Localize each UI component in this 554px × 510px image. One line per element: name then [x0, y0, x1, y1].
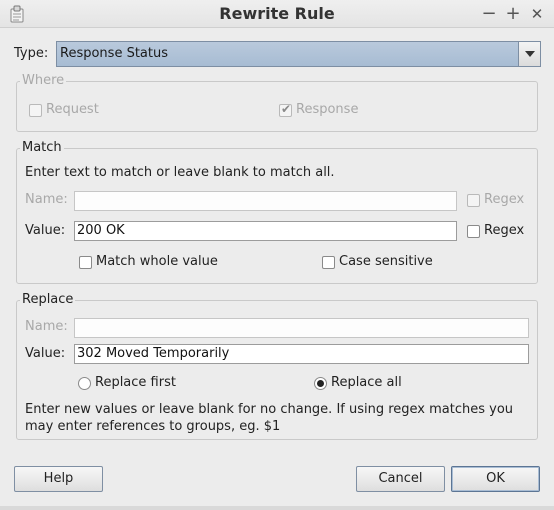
window-title: Rewrite Rule: [219, 4, 335, 23]
help-button[interactable]: Help: [14, 466, 103, 492]
response-checkbox[interactable]: ✔: [279, 102, 292, 117]
replace-value-field[interactable]: 302 Moved Temporarily: [74, 344, 529, 364]
cancel-button[interactable]: Cancel: [356, 466, 445, 492]
replace-first-radio[interactable]: [78, 377, 91, 390]
match-value-field[interactable]: 200 OK: [74, 221, 457, 241]
replace-name-label: Name:: [25, 319, 68, 334]
match-instructions: Enter text to match or leave blank to ma…: [25, 165, 335, 180]
type-dropdown[interactable]: Response Status: [56, 41, 541, 67]
replace-legend: Replace: [20, 292, 76, 307]
window-bottom-edge: [0, 506, 554, 510]
request-label: Request: [46, 102, 99, 117]
match-name-label: Name:: [25, 192, 68, 207]
replace-name-field[interactable]: [74, 318, 529, 338]
match-name-field[interactable]: [74, 191, 457, 211]
where-legend: Where: [20, 73, 67, 88]
type-label: Type:: [14, 46, 49, 61]
check-icon: ✔: [281, 102, 292, 116]
type-selected-value: Response Status: [60, 46, 168, 61]
replace-first-label: Replace first: [95, 375, 176, 390]
ok-button[interactable]: OK: [451, 466, 540, 492]
match-value-regex-checkbox[interactable]: [467, 225, 480, 238]
replace-instructions-line1: Enter new values or leave blank for no c…: [25, 402, 514, 417]
match-name-regex-checkbox[interactable]: [467, 194, 480, 207]
request-checkbox[interactable]: [29, 104, 42, 117]
close-icon[interactable]: ✕: [526, 3, 548, 25]
match-whole-value-checkbox[interactable]: [79, 256, 92, 269]
match-legend: Match: [20, 140, 64, 155]
replace-value-label: Value:: [25, 346, 66, 361]
minimize-icon[interactable]: −: [478, 3, 500, 25]
replace-all-radio[interactable]: [314, 377, 327, 390]
match-value-regex-label: Regex: [484, 223, 525, 238]
match-name-regex-label: Regex: [484, 192, 525, 207]
case-sensitive-label: Case sensitive: [339, 254, 433, 269]
replace-instructions-line2: may enter references to groups, eg. $1: [25, 419, 281, 434]
match-whole-value-label: Match whole value: [96, 254, 218, 269]
case-sensitive-checkbox[interactable]: [322, 256, 335, 269]
match-value-label: Value:: [25, 223, 66, 238]
replace-all-label: Replace all: [331, 375, 402, 390]
response-label: Response: [296, 102, 359, 117]
radio-selected-dot: [317, 380, 324, 387]
maximize-icon[interactable]: +: [502, 3, 524, 25]
chevron-down-icon[interactable]: [518, 42, 540, 66]
